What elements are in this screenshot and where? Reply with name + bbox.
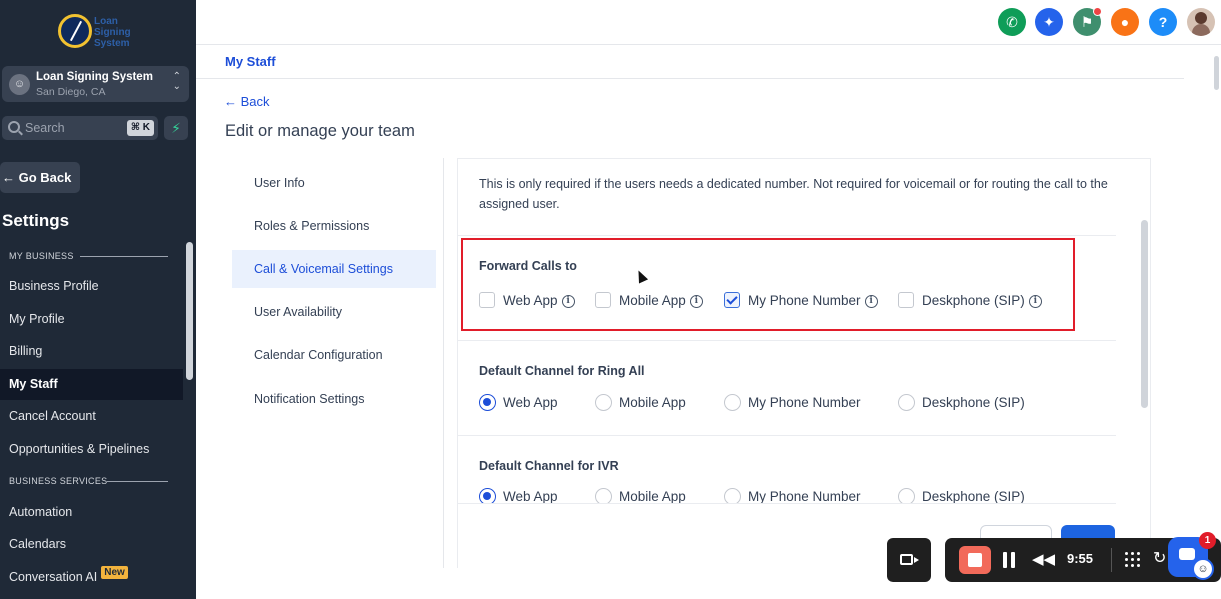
- video-camera-icon: [900, 554, 913, 565]
- annotation-highlight-box: [461, 238, 1075, 331]
- page-title: Edit or manage your team: [225, 122, 415, 140]
- sidebar: Loan Signing System ☺ Loan Signing Syste…: [0, 0, 196, 599]
- settings-title: Settings: [2, 211, 70, 230]
- stop-recording-button[interactable]: [959, 546, 991, 574]
- logo-mark-icon: [58, 14, 92, 48]
- search-input[interactable]: Search ⌘ K: [2, 116, 158, 140]
- search-placeholder: Search: [25, 121, 65, 135]
- ring-all-mobile-app-option[interactable]: Mobile App: [595, 394, 686, 412]
- scroll-fade: [458, 503, 1116, 511]
- toolbar-divider: [1111, 548, 1112, 572]
- page-scrollbar[interactable]: [1214, 56, 1219, 90]
- sidebar-item-billing[interactable]: Billing: [0, 336, 183, 367]
- chat-unread-badge: 1: [1199, 532, 1216, 549]
- chevron-updown-icon: ⌃ ⌄: [172, 71, 181, 92]
- section-divider: [458, 340, 1116, 341]
- new-badge: New: [101, 566, 128, 579]
- sidebar-item-automation[interactable]: Automation: [0, 497, 183, 528]
- notification-dot: [1093, 7, 1102, 16]
- grid-icon[interactable]: [1125, 552, 1140, 567]
- account-switcher[interactable]: ☺ Loan Signing System San Diego, CA ⌃ ⌄: [2, 66, 189, 102]
- tab-divider: [196, 78, 1184, 79]
- sidebar-item-cancel-account[interactable]: Cancel Account: [0, 401, 183, 432]
- help-icon[interactable]: ?: [1149, 8, 1177, 36]
- ring-all-label: Default Channel for Ring All: [479, 364, 645, 378]
- panel-scrollbar[interactable]: [1141, 220, 1148, 408]
- section-divider: [458, 235, 1116, 236]
- ring-all-my-phone-number-option[interactable]: My Phone Number: [724, 394, 861, 412]
- sidebar-item-label: Conversation AI: [9, 570, 98, 584]
- chat-avatar-icon[interactable]: ☺: [1192, 558, 1214, 580]
- subnav-calendar-configuration[interactable]: Calendar Configuration: [232, 336, 436, 374]
- sidebar-scrollbar[interactable]: [186, 242, 193, 380]
- back-link[interactable]: ← Back: [224, 94, 270, 109]
- rewind-icon[interactable]: ◀◀: [1032, 550, 1055, 570]
- phone-icon[interactable]: ✆: [998, 8, 1026, 36]
- section-divider: [458, 435, 1116, 436]
- my-phone-number-radio[interactable]: [724, 394, 741, 411]
- mobile-app-radio[interactable]: [595, 394, 612, 411]
- subnav-call-voicemail-settings[interactable]: Call & Voicemail Settings: [232, 250, 436, 288]
- account-name: Loan Signing System: [36, 71, 153, 83]
- bell-icon[interactable]: ●: [1111, 8, 1139, 36]
- camera-toggle-button[interactable]: [887, 538, 931, 582]
- deskphone-sip-radio[interactable]: [898, 394, 915, 411]
- sidebar-item-my-staff[interactable]: My Staff: [0, 369, 183, 400]
- ring-all-web-app-option[interactable]: Web App: [479, 394, 558, 412]
- section-label-business-services: BUSINESS SERVICES: [9, 476, 108, 486]
- restart-icon[interactable]: ↻: [1153, 549, 1166, 569]
- subnav-user-info[interactable]: User Info: [232, 164, 436, 202]
- section-divider: [107, 481, 168, 482]
- section-divider: [458, 503, 1116, 504]
- account-location: San Diego, CA: [36, 86, 106, 98]
- sidebar-item-calendars[interactable]: Calendars: [0, 529, 183, 560]
- subnav-roles-permissions[interactable]: Roles & Permissions: [232, 207, 436, 245]
- web-app-radio[interactable]: [479, 394, 496, 411]
- sidebar-item-opportunities-pipelines[interactable]: Opportunities & Pipelines: [0, 434, 183, 465]
- brand-logo[interactable]: Loan Signing System: [58, 14, 136, 54]
- subnav-user-availability[interactable]: User Availability: [232, 293, 436, 331]
- section-label-my-business: MY BUSINESS: [9, 251, 74, 261]
- tab-my-staff[interactable]: My Staff: [225, 54, 276, 69]
- pause-icon[interactable]: [1003, 552, 1015, 568]
- sidebar-item-my-profile[interactable]: My Profile: [0, 304, 183, 335]
- section-divider: [80, 256, 168, 257]
- subnav-divider: [443, 158, 444, 568]
- search-shortcut-badge: ⌘ K: [126, 120, 154, 136]
- subnav-notification-settings[interactable]: Notification Settings: [232, 380, 436, 418]
- user-icon: ☺: [9, 74, 30, 95]
- ivr-label: Default Channel for IVR: [479, 459, 619, 473]
- ring-all-deskphone-sip-option[interactable]: Deskphone (SIP): [898, 394, 1025, 412]
- lightning-icon: ⚡: [171, 120, 181, 136]
- search-icon: [8, 121, 20, 133]
- dedicated-number-note: This is only required if the users needs…: [479, 177, 1108, 211]
- quick-actions-button[interactable]: ⚡: [164, 116, 188, 140]
- sidebar-item-business-profile[interactable]: Business Profile: [0, 271, 183, 302]
- top-bar: ✆ ✦ ⚑ ● ?: [196, 0, 1221, 45]
- avatar[interactable]: [1187, 8, 1215, 36]
- magic-wand-icon[interactable]: ✦: [1035, 8, 1063, 36]
- recording-timer: 9:55: [1067, 551, 1094, 566]
- sidebar-item-conversation-ai[interactable]: Conversation AI New: [0, 562, 183, 593]
- logo-wordmark: Loan Signing System: [94, 16, 131, 49]
- go-back-button[interactable]: ← Go Back: [0, 162, 80, 193]
